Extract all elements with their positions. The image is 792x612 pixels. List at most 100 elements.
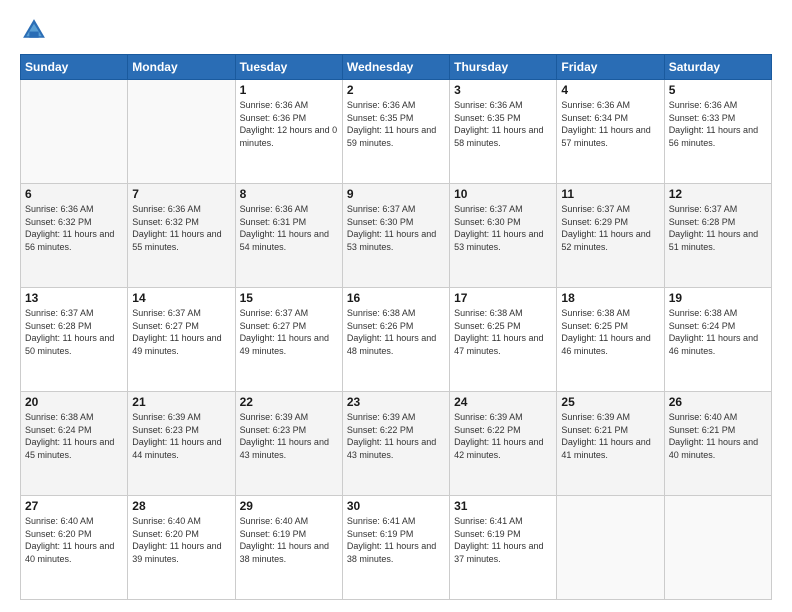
day-number: 1: [240, 83, 338, 97]
calendar-cell: [664, 496, 771, 600]
calendar-cell: 5 Sunrise: 6:36 AMSunset: 6:33 PMDaylight…: [664, 80, 771, 184]
calendar-cell: 10 Sunrise: 6:37 AMSunset: 6:30 PMDayligh…: [450, 184, 557, 288]
day-header-saturday: Saturday: [664, 55, 771, 80]
day-info: Sunrise: 6:37 AMSunset: 6:29 PMDaylight:…: [561, 203, 659, 253]
calendar-cell: [128, 80, 235, 184]
header: [20, 16, 772, 44]
day-number: 30: [347, 499, 445, 513]
day-number: 20: [25, 395, 123, 409]
day-number: 11: [561, 187, 659, 201]
calendar-cell: 21Sunrise: 6:39 AMSunset: 6:23 PMDayligh…: [128, 392, 235, 496]
day-info: Sunrise: 6:37 AMSunset: 6:28 PMDaylight:…: [25, 307, 123, 357]
day-header-friday: Friday: [557, 55, 664, 80]
day-header-wednesday: Wednesday: [342, 55, 449, 80]
day-info: Sunrise: 6:36 AMSunset: 6:35 PMDaylight:…: [347, 99, 445, 149]
calendar-cell: [557, 496, 664, 600]
day-number: 5: [669, 83, 767, 97]
day-info: Sunrise: 6:41 AMSunset: 6:19 PMDaylight:…: [454, 515, 552, 565]
calendar-cell: 11 Sunrise: 6:37 AMSunset: 6:29 PMDayligh…: [557, 184, 664, 288]
day-info: Sunrise: 6:40 AMSunset: 6:20 PMDaylight:…: [25, 515, 123, 565]
day-info: Sunrise: 6:39 AMSunset: 6:22 PMDaylight:…: [454, 411, 552, 461]
day-number: 17: [454, 291, 552, 305]
day-number: 19: [669, 291, 767, 305]
calendar-cell: 31 Sunrise: 6:41 AMSunset: 6:19 PMDayligh…: [450, 496, 557, 600]
calendar-cell: 4 Sunrise: 6:36 AMSunset: 6:34 PMDaylight…: [557, 80, 664, 184]
day-number: 4: [561, 83, 659, 97]
day-info: Sunrise: 6:36 AMSunset: 6:35 PMDaylight:…: [454, 99, 552, 149]
calendar-table: SundayMondayTuesdayWednesdayThursdayFrid…: [20, 54, 772, 600]
calendar-cell: 3 Sunrise: 6:36 AMSunset: 6:35 PMDaylight…: [450, 80, 557, 184]
day-info: Sunrise: 6:38 AMSunset: 6:24 PMDaylight:…: [25, 411, 123, 461]
day-number: 15: [240, 291, 338, 305]
day-number: 14: [132, 291, 230, 305]
day-number: 13: [25, 291, 123, 305]
day-info: Sunrise: 6:36 AMSunset: 6:36 PMDaylight:…: [240, 99, 338, 149]
day-info: Sunrise: 6:37 AMSunset: 6:28 PMDaylight:…: [669, 203, 767, 253]
day-number: 31: [454, 499, 552, 513]
day-number: 16: [347, 291, 445, 305]
day-info: Sunrise: 6:38 AMSunset: 6:26 PMDaylight:…: [347, 307, 445, 357]
day-number: 3: [454, 83, 552, 97]
calendar-cell: 12 Sunrise: 6:37 AMSunset: 6:28 PMDayligh…: [664, 184, 771, 288]
calendar-cell: 13 Sunrise: 6:37 AMSunset: 6:28 PMDayligh…: [21, 288, 128, 392]
day-info: Sunrise: 6:36 AMSunset: 6:32 PMDaylight:…: [25, 203, 123, 253]
day-info: Sunrise: 6:40 AMSunset: 6:21 PMDaylight:…: [669, 411, 767, 461]
calendar-week-5: 27 Sunrise: 6:40 AMSunset: 6:20 PMDayligh…: [21, 496, 772, 600]
day-info: Sunrise: 6:40 AMSunset: 6:20 PMDaylight:…: [132, 515, 230, 565]
day-info: Sunrise: 6:36 AMSunset: 6:34 PMDaylight:…: [561, 99, 659, 149]
day-info: Sunrise: 6:39 AMSunset: 6:23 PMDaylight:…: [132, 411, 230, 461]
calendar-cell: [21, 80, 128, 184]
calendar-cell: 15Sunrise: 6:37 AMSunset: 6:27 PMDayligh…: [235, 288, 342, 392]
day-number: 23: [347, 395, 445, 409]
calendar-cell: 8Sunrise: 6:36 AMSunset: 6:31 PMDaylight…: [235, 184, 342, 288]
day-info: Sunrise: 6:36 AMSunset: 6:32 PMDaylight:…: [132, 203, 230, 253]
calendar-cell: 27 Sunrise: 6:40 AMSunset: 6:20 PMDayligh…: [21, 496, 128, 600]
day-info: Sunrise: 6:38 AMSunset: 6:25 PMDaylight:…: [454, 307, 552, 357]
calendar-cell: 14 Sunrise: 6:37 AMSunset: 6:27 PMDayligh…: [128, 288, 235, 392]
day-number: 27: [25, 499, 123, 513]
day-info: Sunrise: 6:37 AMSunset: 6:30 PMDaylight:…: [347, 203, 445, 253]
calendar-week-1: 1 Sunrise: 6:36 AMSunset: 6:36 PMDaylight…: [21, 80, 772, 184]
calendar-cell: 2 Sunrise: 6:36 AMSunset: 6:35 PMDaylight…: [342, 80, 449, 184]
calendar-cell: 9 Sunrise: 6:37 AMSunset: 6:30 PMDaylight…: [342, 184, 449, 288]
day-info: Sunrise: 6:38 AMSunset: 6:25 PMDaylight:…: [561, 307, 659, 357]
day-number: 29: [240, 499, 338, 513]
day-number: 12: [669, 187, 767, 201]
day-info: Sunrise: 6:39 AMSunset: 6:22 PMDaylight:…: [347, 411, 445, 461]
day-info: Sunrise: 6:37 AMSunset: 6:27 PMDaylight:…: [132, 307, 230, 357]
day-number: 2: [347, 83, 445, 97]
day-header-tuesday: Tuesday: [235, 55, 342, 80]
calendar-week-2: 6 Sunrise: 6:36 AMSunset: 6:32 PMDaylight…: [21, 184, 772, 288]
calendar-cell: 28Sunrise: 6:40 AMSunset: 6:20 PMDayligh…: [128, 496, 235, 600]
day-header-monday: Monday: [128, 55, 235, 80]
day-info: Sunrise: 6:39 AMSunset: 6:23 PMDaylight:…: [240, 411, 338, 461]
calendar-cell: 19 Sunrise: 6:38 AMSunset: 6:24 PMDayligh…: [664, 288, 771, 392]
day-number: 18: [561, 291, 659, 305]
calendar-cell: 1 Sunrise: 6:36 AMSunset: 6:36 PMDaylight…: [235, 80, 342, 184]
day-number: 9: [347, 187, 445, 201]
day-info: Sunrise: 6:41 AMSunset: 6:19 PMDaylight:…: [347, 515, 445, 565]
calendar-header-row: SundayMondayTuesdayWednesdayThursdayFrid…: [21, 55, 772, 80]
day-info: Sunrise: 6:36 AMSunset: 6:33 PMDaylight:…: [669, 99, 767, 149]
calendar-cell: 16 Sunrise: 6:38 AMSunset: 6:26 PMDayligh…: [342, 288, 449, 392]
day-number: 7: [132, 187, 230, 201]
day-info: Sunrise: 6:36 AMSunset: 6:31 PMDaylight:…: [240, 203, 338, 253]
calendar-cell: 6 Sunrise: 6:36 AMSunset: 6:32 PMDaylight…: [21, 184, 128, 288]
day-number: 22: [240, 395, 338, 409]
calendar-cell: 29Sunrise: 6:40 AMSunset: 6:19 PMDayligh…: [235, 496, 342, 600]
calendar-cell: 26 Sunrise: 6:40 AMSunset: 6:21 PMDayligh…: [664, 392, 771, 496]
calendar-cell: 23 Sunrise: 6:39 AMSunset: 6:22 PMDayligh…: [342, 392, 449, 496]
day-info: Sunrise: 6:37 AMSunset: 6:30 PMDaylight:…: [454, 203, 552, 253]
day-number: 24: [454, 395, 552, 409]
day-number: 26: [669, 395, 767, 409]
day-number: 10: [454, 187, 552, 201]
logo: [20, 16, 52, 44]
day-info: Sunrise: 6:38 AMSunset: 6:24 PMDaylight:…: [669, 307, 767, 357]
day-header-thursday: Thursday: [450, 55, 557, 80]
day-number: 25: [561, 395, 659, 409]
day-number: 6: [25, 187, 123, 201]
logo-icon: [20, 16, 48, 44]
calendar-cell: 18 Sunrise: 6:38 AMSunset: 6:25 PMDayligh…: [557, 288, 664, 392]
calendar-cell: 20 Sunrise: 6:38 AMSunset: 6:24 PMDayligh…: [21, 392, 128, 496]
calendar-week-3: 13 Sunrise: 6:37 AMSunset: 6:28 PMDayligh…: [21, 288, 772, 392]
